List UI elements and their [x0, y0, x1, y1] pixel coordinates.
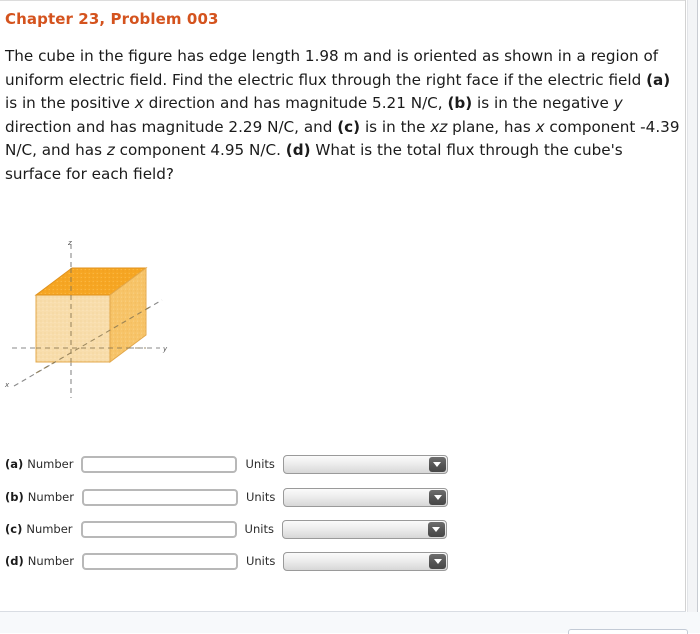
variable-xz: xz [430, 117, 448, 136]
z-axis-label: z [67, 239, 72, 247]
part-a-marker: (a) [646, 70, 671, 89]
statement-text-1: The cube in the figure has edge length 1… [5, 47, 659, 89]
chevron-down-icon[interactable] [429, 489, 447, 505]
variable-x-1: x [134, 94, 144, 112]
statement-text-4: is in the negative [472, 94, 614, 112]
answer-letter-d: (d) [5, 554, 24, 568]
units-label-d: Units [245, 554, 276, 568]
content-right-border [685, 0, 686, 612]
answer-letter-b: (b) [5, 490, 24, 504]
units-select-d[interactable] [283, 551, 449, 571]
units-label-a: Units [245, 457, 275, 471]
number-label-d: Number [27, 554, 74, 568]
answer-row-b: (b) Number Units [5, 485, 449, 509]
chevron-down-icon[interactable] [428, 456, 446, 472]
submit-button-partial[interactable] [568, 629, 688, 634]
chevron-down-icon[interactable] [427, 521, 445, 537]
number-label-c: Number [26, 522, 73, 536]
units-select-c[interactable] [281, 519, 447, 539]
answer-letter-a: (a) [5, 457, 24, 471]
statement-text-9: component 4.95 N/C. [114, 141, 286, 159]
part-b-marker: (b) [447, 94, 473, 112]
number-input-c[interactable] [80, 520, 237, 538]
number-input-a[interactable] [81, 455, 238, 473]
answer-row-d: (d) Number Units [5, 549, 449, 573]
number-input-b[interactable] [81, 488, 238, 506]
statement-text-7: plane, has [447, 117, 536, 136]
variable-x-2: x [535, 117, 545, 136]
units-select-a[interactable] [282, 454, 448, 474]
statement-text-3: direction and has magnitude 5.21 N/C, [143, 94, 448, 112]
x-axis-label: x [4, 381, 10, 389]
answer-letter-c: (c) [5, 522, 23, 536]
problem-statement: The cube in the figure has edge length 1… [5, 45, 681, 186]
chevron-down-icon[interactable] [429, 553, 447, 569]
number-label-a: Number [27, 457, 74, 471]
part-c-marker: (c) [337, 117, 361, 136]
page-top-divider [0, 0, 686, 1]
variable-z-1: z [106, 141, 115, 159]
units-label-b: Units [245, 490, 276, 504]
vertical-scrollbar[interactable] [687, 0, 698, 612]
cube-diagram-svg: z y x [4, 239, 168, 398]
number-input-d[interactable] [81, 552, 238, 570]
answer-row-c: (c) Number Units [5, 517, 447, 541]
y-axis-label: y [162, 345, 168, 353]
statement-text-6: is in the [360, 117, 431, 136]
part-d-marker: (d) [285, 141, 311, 159]
statement-text-2: is in the positive [5, 94, 135, 112]
number-label-b: Number [27, 490, 74, 504]
cube-front-face [35, 294, 111, 363]
units-label-c: Units [244, 522, 274, 536]
page-title: Chapter 23, Problem 003 [5, 10, 219, 28]
units-select-b[interactable] [283, 487, 449, 507]
statement-text-5: direction and has magnitude 2.29 N/C, an… [5, 117, 338, 136]
problem-page: Chapter 23, Problem 003 The cube in the … [0, 0, 700, 634]
answer-row-a: (a) Number Units [5, 452, 448, 476]
variable-y-1: y [613, 94, 623, 112]
cube-electric-field-figure: z y x [0, 228, 200, 418]
